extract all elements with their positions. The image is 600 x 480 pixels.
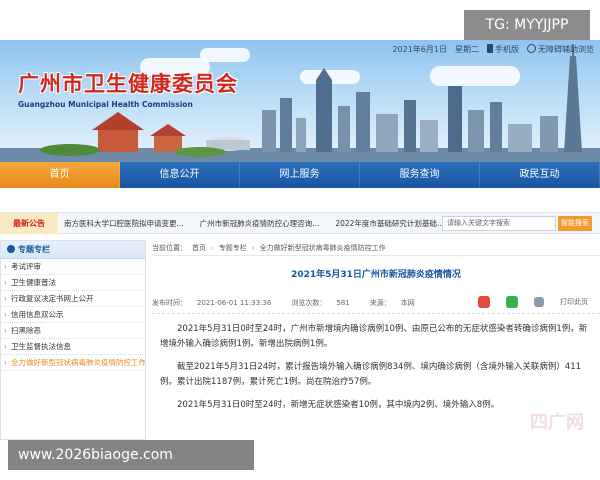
notice-bar: 最新公告 南方医科大学口腔医院拟申请变更... 广州市新冠肺炎疫情防控心理咨询.… bbox=[0, 212, 600, 234]
sidebar: 专题专栏 考试评审 卫生健康普法 行政复议决定书网上公开 信用信息双公示 扫黑除… bbox=[0, 240, 146, 440]
nav-item-home[interactable]: 首页 bbox=[0, 162, 120, 188]
nav-item-service-query[interactable]: 服务查询 bbox=[360, 162, 480, 188]
search-button[interactable]: 智能搜索 bbox=[558, 216, 592, 231]
breadcrumb-item-home[interactable]: 首页 bbox=[192, 240, 206, 255]
notice-item[interactable]: 南方医科大学口腔医院拟申请变更... bbox=[64, 213, 184, 234]
sidebar-item-law[interactable]: 卫生健康普法 bbox=[1, 275, 145, 291]
breadcrumb: 当前位置： 首页 › 专题专栏 › 全力做好新型冠状病毒肺炎疫情防控工作 bbox=[152, 240, 600, 256]
source-value: 本网 bbox=[400, 298, 415, 307]
search-input[interactable]: 请输入关键文字搜索 bbox=[442, 216, 556, 231]
breadcrumb-item-current[interactable]: 全力做好新型冠状病毒肺炎疫情防控工作 bbox=[260, 240, 386, 255]
sidebar-item-supervision[interactable]: 卫生监督执法信息 bbox=[1, 339, 145, 355]
watermark-site: www.2026biaoge.com bbox=[8, 440, 254, 470]
sidebar-item-crime[interactable]: 扫黑除恶 bbox=[1, 323, 145, 339]
page-root: { "watermarks": { "tg": "TG: MYYJJPP", "… bbox=[0, 0, 600, 480]
watermark-faint: 四广网 bbox=[530, 412, 584, 433]
views-value: 581 bbox=[336, 298, 350, 307]
accessible-link[interactable]: 无障碍辅助浏览 bbox=[527, 44, 594, 55]
source-label: 来源： bbox=[369, 298, 391, 307]
share-bar: 打印此页 bbox=[478, 296, 598, 308]
article-paragraph: 2021年5月31日0时至24时，广州市新增境内确诊病例10例、由原已公布的无症… bbox=[160, 324, 588, 349]
breadcrumb-separator: › bbox=[251, 244, 255, 252]
notice-tag: 最新公告 bbox=[0, 213, 58, 234]
breadcrumb-label: 当前位置： bbox=[152, 244, 187, 252]
article-meta: 发布时间： 2021-06-01 11:33:36 浏览次数： 581 来源： 本网 … bbox=[152, 296, 600, 314]
weekday-text: 星期二 bbox=[455, 45, 479, 54]
notice-list: 南方医科大学口腔医院拟申请变更... 广州市新冠肺炎疫情防控心理咨询... 20… bbox=[64, 213, 444, 234]
logo-title-cn: 广州市卫生健康委员会 bbox=[18, 72, 238, 96]
site-logo[interactable]: 广州市卫生健康委员会 Guangzhou Municipal Health Co… bbox=[18, 68, 238, 109]
views-label: 浏览次数： bbox=[291, 298, 327, 307]
source: 来源： 本网 bbox=[370, 298, 425, 308]
phone-icon bbox=[487, 44, 493, 53]
accessible-link-label: 无障碍辅助浏览 bbox=[538, 45, 594, 54]
wechat-icon[interactable] bbox=[506, 296, 518, 308]
sidebar-item-credit[interactable]: 信用信息双公示 bbox=[1, 307, 145, 323]
main-nav: 首页 信息公开 网上服务 服务查询 政民互动 bbox=[0, 162, 600, 188]
publish-value: 2021-06-01 11:33:36 bbox=[197, 298, 272, 307]
bullet-icon bbox=[7, 245, 15, 253]
print-link[interactable]: 打印此页 bbox=[560, 297, 588, 307]
view-count: 浏览次数： 581 bbox=[291, 298, 359, 308]
article-paragraph: 截至2021年5月31日24时，累计报告境外输入确诊病例834例、境内确诊病例（… bbox=[160, 362, 582, 387]
sidebar-item-covid[interactable]: 全力做好新型冠状病毒肺炎疫情防控工作 bbox=[1, 355, 145, 371]
breadcrumb-separator: › bbox=[211, 244, 214, 252]
watermark-tg: TG: MYYJJPP bbox=[464, 10, 590, 40]
eye-icon bbox=[527, 44, 536, 53]
publish-label: 发布时间： bbox=[152, 298, 187, 307]
nav-item-info-public[interactable]: 信息公开 bbox=[120, 162, 240, 188]
date-text: 2021年6月1日 bbox=[392, 45, 447, 54]
header-banner: 2021年6月1日 星期二 手机版 无障碍辅助浏览 广州市卫生健康委员会 Gua… bbox=[0, 40, 600, 162]
article-title: 2021年5月31日广州市新冠肺炎疫情情况 bbox=[291, 270, 461, 280]
notice-item[interactable]: 广州市新冠肺炎疫情防控心理咨询... bbox=[200, 213, 320, 234]
breadcrumb-item-topic[interactable]: 专题专栏 bbox=[219, 240, 247, 255]
sidebar-title: 专题专栏 bbox=[18, 245, 50, 254]
print-icon[interactable] bbox=[534, 297, 544, 307]
mobile-link-label: 手机版 bbox=[495, 45, 519, 54]
weibo-icon[interactable] bbox=[478, 296, 490, 308]
mobile-link[interactable]: 手机版 bbox=[487, 44, 519, 55]
nav-item-online-service[interactable]: 网上服务 bbox=[240, 162, 360, 188]
nav-item-interaction[interactable]: 政民互动 bbox=[480, 162, 600, 188]
notice-item[interactable]: 2022年度市基础研究计划基础... bbox=[335, 213, 444, 234]
sidebar-item-exam[interactable]: 考试评审 bbox=[1, 259, 145, 275]
header-topbar: 2021年6月1日 星期二 手机版 无障碍辅助浏览 bbox=[392, 44, 594, 55]
logo-title-en: Guangzhou Municipal Health Commission bbox=[18, 100, 193, 109]
sidebar-header: 专题专栏 bbox=[1, 241, 145, 259]
sidebar-item-review[interactable]: 行政复议决定书网上公开 bbox=[1, 291, 145, 307]
publish-time: 发布时间： 2021-06-01 11:33:36 bbox=[152, 298, 281, 308]
